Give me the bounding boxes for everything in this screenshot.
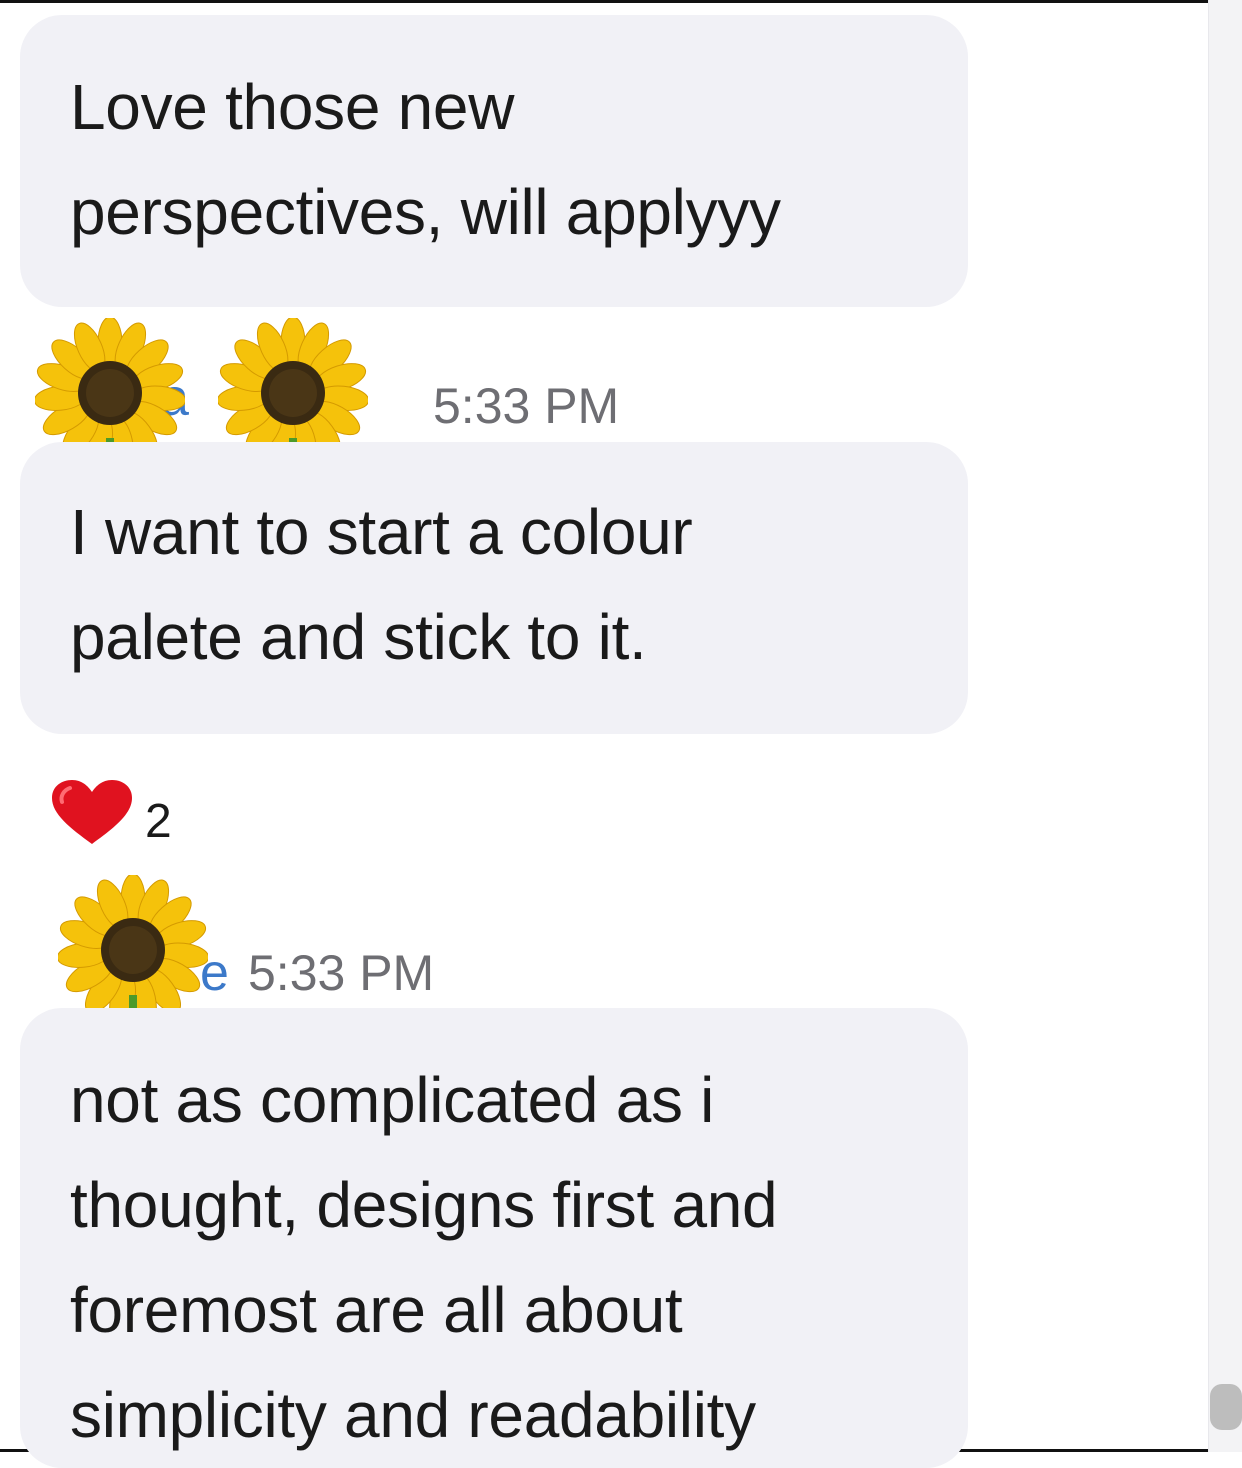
scrollbar-thumb[interactable] [1210, 1384, 1242, 1430]
message-line: thought, designs first and [70, 1169, 778, 1241]
message-bubble[interactable]: I want to start a colour palete and stic… [20, 442, 968, 734]
message-line: I want to start a colour [70, 496, 693, 568]
top-border [0, 0, 1242, 3]
message-line: not as complicated as i [70, 1064, 715, 1136]
message-text: not as complicated as i thought, designs… [70, 1008, 918, 1468]
heart-icon [52, 780, 132, 844]
message-text: Love those new perspectives, will applyy… [70, 15, 918, 265]
message-line: perspectives, will applyyy [70, 176, 781, 248]
message-bubble[interactable]: Love those new perspectives, will applyy… [20, 15, 968, 307]
message-bubble[interactable]: not as complicated as i thought, designs… [20, 1008, 968, 1468]
message-header: a ol 5:33 PM [0, 318, 700, 493]
message-text: I want to start a colour palete and stic… [70, 442, 918, 690]
message-line: Love those new [70, 71, 515, 143]
reaction-count: 2 [145, 795, 172, 848]
timestamp: 5:33 PM [248, 945, 435, 1001]
message-line: foremost are all about [70, 1274, 683, 1346]
scrollbar-track[interactable] [1208, 0, 1242, 1452]
message-line: simplicity and readability [70, 1379, 756, 1451]
message-line: palete and stick to it. [70, 601, 647, 673]
message-header: e 5:33 PM [0, 875, 600, 1050]
timestamp: 5:33 PM [433, 378, 620, 434]
